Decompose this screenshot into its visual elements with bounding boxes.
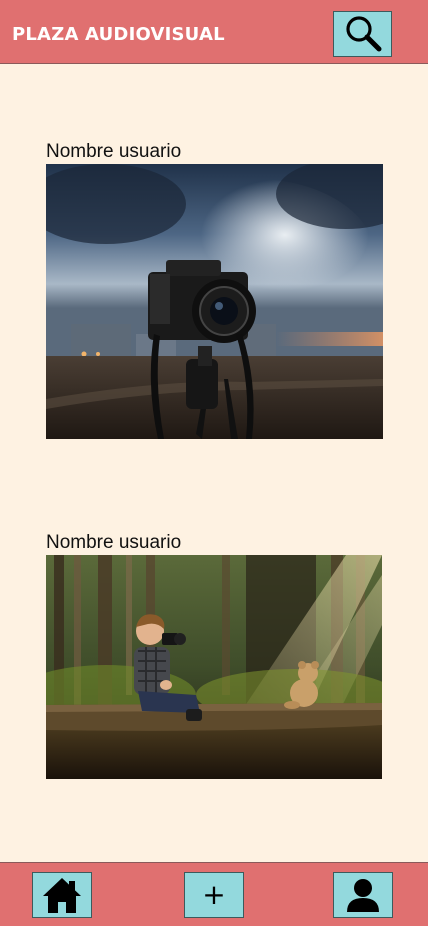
plus-icon: +: [202, 878, 226, 911]
post-username[interactable]: Nombre usuario: [46, 533, 181, 553]
feed-post: Nombre usuario: [46, 533, 382, 779]
post-image-camera-tripod[interactable]: [46, 164, 383, 439]
bottom-nav-bar: +: [0, 862, 428, 926]
app-title: PLAZA AUDIOVISUAL: [12, 24, 225, 45]
search-icon: [345, 16, 381, 52]
feed-post: Nombre usuario: [46, 142, 383, 439]
home-icon: [43, 878, 81, 913]
profile-button[interactable]: [333, 872, 393, 918]
post-image-forest-child[interactable]: [46, 555, 382, 779]
search-button[interactable]: [333, 11, 392, 57]
post-username[interactable]: Nombre usuario: [46, 142, 181, 162]
top-app-bar: PLAZA AUDIOVISUAL: [0, 0, 428, 64]
user-icon: [347, 879, 379, 912]
home-button[interactable]: [32, 872, 92, 918]
add-post-button[interactable]: +: [184, 872, 244, 918]
